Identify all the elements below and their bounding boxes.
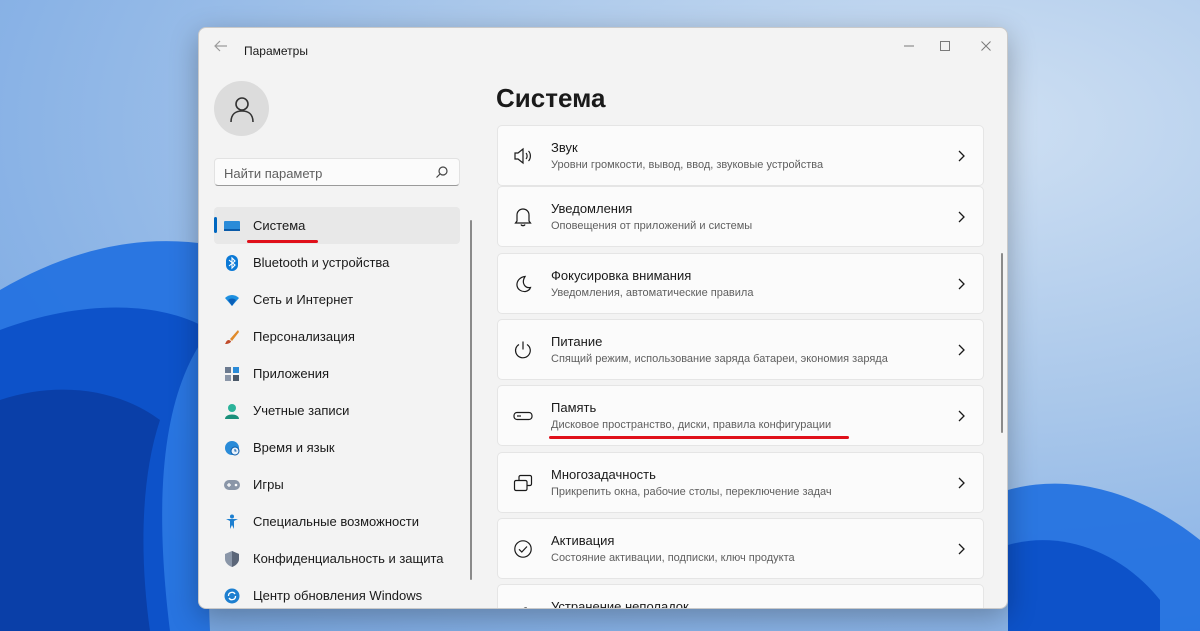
apps-icon: [223, 365, 241, 383]
sidebar-item-label: Специальные возможности: [253, 514, 419, 529]
setting-card-notifications[interactable]: Уведомления Оповещения от приложений и с…: [497, 186, 984, 247]
update-icon: [223, 587, 241, 605]
setting-title: Активация: [551, 533, 615, 548]
sidebar-item-time-language[interactable]: Время и язык: [214, 429, 460, 466]
highlight-underline-system: [247, 240, 318, 243]
close-icon: [981, 41, 991, 51]
back-button[interactable]: [211, 39, 231, 59]
sidebar-item-privacy[interactable]: Конфиденциальность и защита: [214, 540, 460, 577]
page-title: Система: [496, 83, 606, 113]
sidebar-item-accessibility[interactable]: Специальные возможности: [214, 503, 460, 540]
chevron-right-icon: [958, 278, 965, 290]
brush-icon: [223, 328, 241, 346]
sidebar-item-label: Игры: [253, 477, 284, 492]
sidebar-scrollbar[interactable]: [470, 220, 472, 580]
chevron-right-icon: [958, 344, 965, 356]
sidebar-item-gaming[interactable]: Игры: [214, 466, 460, 503]
wifi-icon: [223, 291, 241, 309]
multitask-icon: [512, 472, 534, 494]
setting-card-multitasking[interactable]: Многозадачность Прикрепить окна, рабочие…: [497, 452, 984, 513]
chevron-right-icon: [958, 150, 965, 162]
minimize-button[interactable]: [892, 34, 926, 62]
setting-title: Память: [551, 400, 597, 415]
chevron-right-icon: [958, 410, 965, 422]
sidebar-item-bluetooth[interactable]: Bluetooth и устройства: [214, 244, 460, 281]
shield-icon: [223, 550, 241, 568]
monitor-icon: [223, 217, 241, 235]
close-button[interactable]: [969, 34, 1003, 62]
highlight-underline-storage: [549, 436, 849, 439]
sidebar-item-label: Учетные записи: [253, 403, 350, 418]
user-avatar[interactable]: [214, 81, 269, 136]
sidebar-item-label: Bluetooth и устройства: [253, 255, 390, 270]
settings-window: Параметры Найти параметр Система Bluetoo…: [198, 27, 1008, 609]
setting-card-activation[interactable]: Активация Состояние активации, подписки,…: [497, 518, 984, 579]
person-icon: [229, 96, 254, 122]
sidebar-item-label: Центр обновления Windows: [253, 588, 423, 603]
sidebar-item-network[interactable]: Сеть и Интернет: [214, 281, 460, 318]
maximize-icon: [940, 41, 950, 51]
gamepad-icon: [223, 476, 241, 494]
arrow-left-icon: [214, 40, 227, 52]
title-bar: Параметры: [199, 28, 1007, 72]
sidebar-item-label: Время и язык: [253, 440, 335, 455]
search-input[interactable]: Найти параметр: [214, 158, 460, 186]
setting-subtitle: Спящий режим, использование заряда батар…: [551, 353, 888, 365]
settings-list: Звук Уровни громкости, вывод, ввод, звук…: [497, 125, 984, 609]
check-circle-icon: [512, 538, 534, 560]
wrench-icon: [512, 604, 534, 608]
setting-title: Питание: [551, 334, 603, 349]
setting-subtitle: Уведомления, автоматические правила: [551, 287, 754, 299]
person-icon: [223, 402, 241, 420]
setting-subtitle: Дисковое пространство, диски, правила ко…: [551, 419, 832, 431]
sidebar-item-label: Конфиденциальность и защита: [253, 551, 444, 566]
sidebar-item-accounts[interactable]: Учетные записи: [214, 392, 460, 429]
sidebar-item-personalization[interactable]: Персонализация: [214, 318, 460, 355]
setting-card-focus-assist[interactable]: Фокусировка внимания Уведомления, автома…: [497, 253, 984, 314]
setting-subtitle: Уровни громкости, вывод, ввод, звуковые …: [551, 159, 824, 171]
sidebar-item-label: Приложения: [253, 366, 330, 381]
sidebar-item-system[interactable]: Система: [214, 207, 460, 244]
bell-icon: [512, 206, 534, 228]
setting-subtitle: Состояние активации, подписки, ключ прод…: [551, 552, 795, 564]
sidebar-item-label: Система: [253, 218, 306, 233]
setting-title: Фокусировка внимания: [551, 268, 692, 283]
bluetooth-icon: [223, 254, 241, 272]
sidebar-item-label: Сеть и Интернет: [253, 292, 354, 307]
active-indicator: [214, 217, 217, 233]
accessibility-icon: [223, 513, 241, 531]
setting-title: Многозадачность: [551, 467, 656, 482]
speaker-icon: [512, 145, 534, 167]
storage-icon: [512, 405, 534, 427]
setting-subtitle: Прикрепить окна, рабочие столы, переключ…: [551, 486, 832, 498]
setting-card-power[interactable]: Питание Спящий режим, использование заря…: [497, 319, 984, 380]
search-icon: [436, 166, 448, 178]
setting-subtitle: Оповещения от приложений и системы: [551, 220, 753, 232]
sidebar-nav: Система Bluetooth и устройства Сеть и Ин…: [214, 207, 460, 608]
maximize-button[interactable]: [928, 34, 962, 62]
chevron-right-icon: [958, 211, 965, 223]
minimize-icon: [904, 45, 914, 47]
sidebar-item-label: Персонализация: [253, 329, 355, 344]
setting-card-troubleshoot[interactable]: Устранение неполадок: [497, 584, 984, 609]
app-title: Параметры: [244, 44, 308, 58]
power-icon: [512, 339, 534, 361]
sidebar-item-windows-update[interactable]: Центр обновления Windows: [214, 577, 460, 608]
sidebar-item-apps[interactable]: Приложения: [214, 355, 460, 392]
chevron-right-icon: [958, 543, 965, 555]
search-placeholder: Найти параметр: [224, 166, 323, 181]
setting-card-sound[interactable]: Звук Уровни громкости, вывод, ввод, звук…: [497, 125, 984, 186]
content-scrollbar[interactable]: [1001, 253, 1003, 433]
setting-title: Звук: [551, 140, 578, 155]
moon-icon: [512, 273, 534, 295]
setting-title: Уведомления: [551, 201, 633, 216]
setting-title: Устранение неполадок: [551, 599, 689, 609]
chevron-right-icon: [958, 477, 965, 489]
globe-clock-icon: [223, 439, 241, 457]
